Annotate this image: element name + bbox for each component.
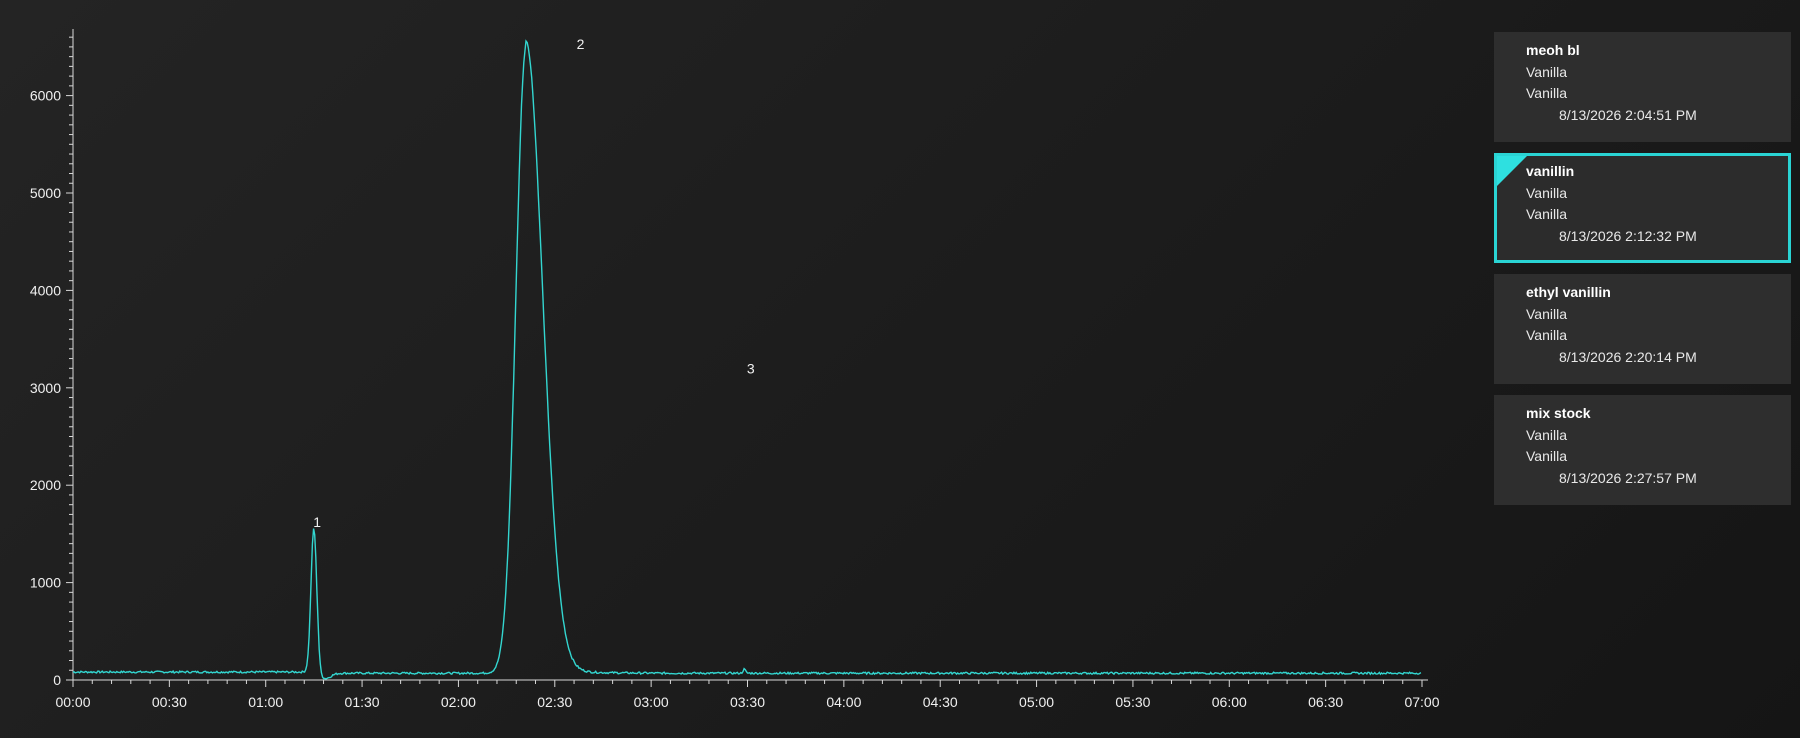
sample-project: Vanilla bbox=[1526, 85, 1567, 101]
y-tick-label: 6000 bbox=[30, 88, 61, 104]
sample-list: meoh bl Vanilla Vanilla 8/13/2026 2:04:5… bbox=[1494, 32, 1791, 516]
sample-timestamp: 8/13/2026 2:27:57 PM bbox=[1559, 470, 1697, 486]
sample-name: mix stock bbox=[1526, 405, 1591, 421]
y-tick-label: 5000 bbox=[30, 185, 61, 201]
chromatogram-svg: 0 1000 2000 3000 4000 5000 6000 00:00 00:30 01:00… bbox=[30, 29, 1440, 710]
y-tick-label: 0 bbox=[53, 672, 61, 688]
y-tick-label: 3000 bbox=[30, 380, 61, 396]
peak-label: 1 bbox=[313, 514, 321, 530]
x-tick-label: 02:00 bbox=[441, 694, 476, 710]
sample-project: Vanilla bbox=[1526, 206, 1567, 222]
sample-timestamp: 8/13/2026 2:12:32 PM bbox=[1559, 228, 1697, 244]
sample-name: vanillin bbox=[1526, 163, 1575, 179]
y-tick-label: 2000 bbox=[30, 477, 61, 493]
x-tick-label: 03:00 bbox=[634, 694, 669, 710]
x-tick-label: 05:00 bbox=[1019, 694, 1054, 710]
sample-project: Vanilla bbox=[1526, 448, 1567, 464]
x-tick-label: 02:30 bbox=[537, 694, 572, 710]
x-tick-label: 05:30 bbox=[1115, 694, 1150, 710]
sample-method: Vanilla bbox=[1526, 306, 1567, 322]
x-tick-label: 06:30 bbox=[1308, 694, 1343, 710]
x-tick-label: 01:30 bbox=[345, 694, 380, 710]
x-tick-label: 06:00 bbox=[1212, 694, 1247, 710]
chromatogram-chart[interactable]: 0 1000 2000 3000 4000 5000 6000 00:00 00:30 01:00… bbox=[0, 0, 1470, 738]
selected-corner-indicator bbox=[1497, 156, 1527, 186]
sample-card-meoh-bl[interactable]: meoh bl Vanilla Vanilla 8/13/2026 2:04:5… bbox=[1494, 32, 1791, 142]
sample-card-ethyl-vanillin[interactable]: ethyl vanillin Vanilla Vanilla 8/13/2026… bbox=[1494, 274, 1791, 384]
sample-timestamp: 8/13/2026 2:04:51 PM bbox=[1559, 107, 1697, 123]
y-tick-label: 4000 bbox=[30, 282, 61, 298]
sample-method: Vanilla bbox=[1526, 64, 1567, 80]
x-tick-label: 04:30 bbox=[923, 694, 958, 710]
x-tick-label: 00:00 bbox=[55, 694, 90, 710]
sample-name: meoh bl bbox=[1526, 42, 1580, 58]
sample-card-mix-stock[interactable]: mix stock Vanilla Vanilla 8/13/2026 2:27… bbox=[1494, 395, 1791, 505]
sample-method: Vanilla bbox=[1526, 427, 1567, 443]
y-tick-label: 1000 bbox=[30, 575, 61, 591]
x-tick-label: 07:00 bbox=[1404, 694, 1439, 710]
peak-label: 3 bbox=[747, 360, 755, 376]
x-tick-label: 00:30 bbox=[152, 694, 187, 710]
sample-name: ethyl vanillin bbox=[1526, 284, 1611, 300]
x-tick-label: 01:00 bbox=[248, 694, 283, 710]
x-tick-label: 04:00 bbox=[826, 694, 861, 710]
sample-timestamp: 8/13/2026 2:20:14 PM bbox=[1559, 349, 1697, 365]
x-tick-label: 03:30 bbox=[730, 694, 765, 710]
sample-card-vanillin[interactable]: vanillin Vanilla Vanilla 8/13/2026 2:12:… bbox=[1494, 153, 1791, 263]
sample-method: Vanilla bbox=[1526, 185, 1567, 201]
sample-project: Vanilla bbox=[1526, 327, 1567, 343]
peak-label: 2 bbox=[577, 36, 585, 52]
